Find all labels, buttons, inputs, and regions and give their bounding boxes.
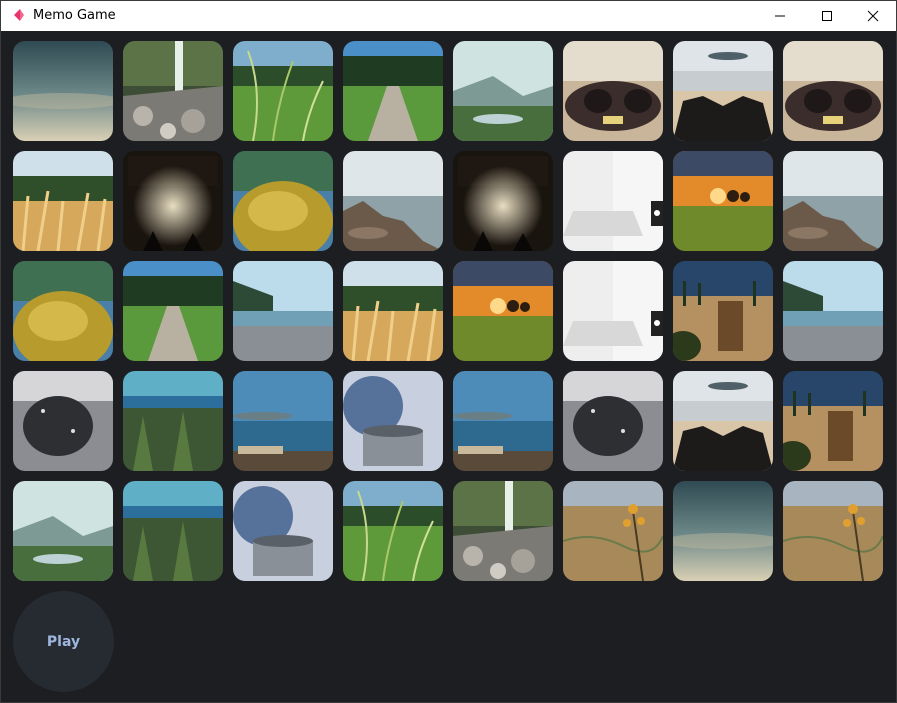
card-image-grass-closeup	[233, 41, 333, 141]
card-image-pebble-beach	[233, 261, 333, 361]
memory-card[interactable]	[343, 151, 443, 251]
card-image-vintage-car	[783, 41, 883, 141]
card-image-sky-clouds	[13, 41, 113, 141]
card-image-wet-pavement	[13, 371, 113, 471]
card-image-cypress-villa	[783, 371, 883, 471]
card-image-waterfall-rocks	[123, 41, 223, 141]
memory-card[interactable]	[233, 41, 333, 141]
card-image-seaside-rocks	[343, 151, 443, 251]
memory-card[interactable]	[123, 481, 223, 581]
memory-card[interactable]	[13, 481, 113, 581]
memory-card[interactable]	[453, 261, 553, 361]
app-window: Memo Game Play	[0, 0, 897, 703]
memory-card[interactable]	[453, 371, 553, 471]
card-image-forest-path	[123, 261, 223, 361]
close-icon	[867, 10, 879, 22]
memo-game-app-icon	[12, 8, 26, 22]
memory-card[interactable]	[233, 151, 333, 251]
memory-card[interactable]	[783, 151, 883, 251]
memory-card[interactable]	[233, 481, 333, 581]
card-image-coast-driftwood	[233, 371, 333, 471]
memory-card[interactable]	[343, 481, 443, 581]
window-title: Memo Game	[33, 8, 116, 23]
card-image-grass-closeup	[343, 481, 443, 581]
card-image-misty-lake	[13, 481, 113, 581]
card-image-concert-crowd	[453, 151, 553, 251]
maximize-icon	[822, 11, 832, 21]
memory-card[interactable]	[563, 261, 663, 361]
memory-card[interactable]	[673, 261, 773, 361]
play-button[interactable]: Play	[13, 591, 114, 692]
memory-card[interactable]	[123, 151, 223, 251]
memory-card[interactable]	[343, 261, 443, 361]
card-image-misty-lake	[453, 41, 553, 141]
minimize-button[interactable]	[757, 1, 803, 31]
memory-card[interactable]	[783, 371, 883, 471]
card-image-wet-pavement	[563, 371, 663, 471]
card-image-steaming-cup	[233, 481, 333, 581]
memory-card[interactable]	[13, 261, 113, 361]
card-image-sunset-meadow	[673, 151, 773, 251]
memory-card[interactable]	[343, 371, 443, 471]
memory-card[interactable]	[13, 41, 113, 141]
memory-card[interactable]	[13, 151, 113, 251]
memory-card[interactable]	[563, 371, 663, 471]
card-image-sunset-meadow	[453, 261, 553, 361]
card-image-white-laptop	[563, 261, 663, 361]
card-image-sea-shrubs	[123, 371, 223, 471]
memory-card[interactable]	[563, 151, 663, 251]
card-image-forest-path	[343, 41, 443, 141]
minimize-icon	[775, 15, 785, 17]
maximize-button[interactable]	[804, 1, 850, 31]
memory-card[interactable]	[123, 41, 223, 141]
memory-card[interactable]	[453, 151, 553, 251]
memory-card[interactable]	[673, 151, 773, 251]
memory-card[interactable]	[673, 481, 773, 581]
memory-card[interactable]	[233, 261, 333, 361]
card-image-vintage-car	[563, 41, 663, 141]
memory-card[interactable]	[783, 261, 883, 361]
memory-card[interactable]	[453, 41, 553, 141]
card-image-pebble-beach	[783, 261, 883, 361]
memory-card[interactable]	[563, 41, 663, 141]
card-image-moss-mound	[13, 261, 113, 361]
memory-card[interactable]	[123, 261, 223, 361]
memory-card[interactable]	[783, 41, 883, 141]
card-board	[13, 41, 885, 581]
card-image-coast-driftwood	[453, 371, 553, 471]
title-bar: Memo Game	[1, 1, 896, 31]
memory-card[interactable]	[563, 481, 663, 581]
close-button[interactable]	[850, 1, 896, 31]
memory-card[interactable]	[673, 371, 773, 471]
memory-card[interactable]	[13, 371, 113, 471]
card-image-thistle-valley	[563, 481, 663, 581]
memory-card[interactable]	[123, 371, 223, 471]
card-image-sky-clouds	[673, 481, 773, 581]
card-image-sea-shrubs	[123, 481, 223, 581]
card-image-moss-mound	[233, 151, 333, 251]
card-image-thistle-valley	[783, 481, 883, 581]
card-image-waterfall-rocks	[453, 481, 553, 581]
card-image-rocky-beach	[673, 371, 773, 471]
card-image-rocky-beach	[673, 41, 773, 141]
card-image-wheat-field	[13, 151, 113, 251]
memory-card[interactable]	[233, 371, 333, 471]
memory-card[interactable]	[343, 41, 443, 141]
card-image-wheat-field	[343, 261, 443, 361]
card-image-steaming-cup	[343, 371, 443, 471]
card-image-cypress-villa	[673, 261, 773, 361]
memory-card[interactable]	[453, 481, 553, 581]
memory-card[interactable]	[673, 41, 773, 141]
card-image-concert-crowd	[123, 151, 223, 251]
card-image-white-laptop	[563, 151, 663, 251]
memory-card[interactable]	[783, 481, 883, 581]
card-image-seaside-rocks	[783, 151, 883, 251]
